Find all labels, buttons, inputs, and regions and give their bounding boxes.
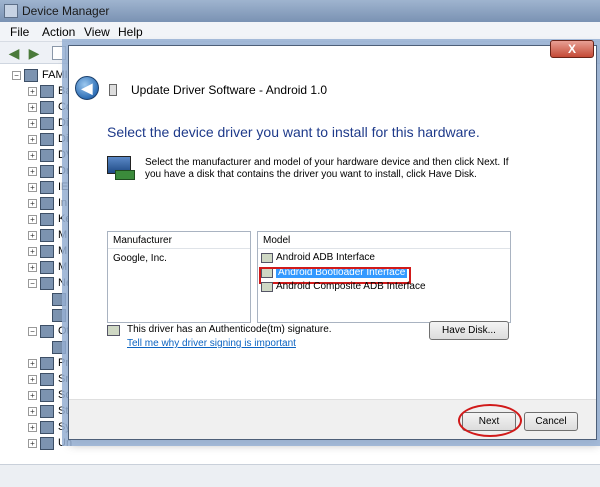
toolbar-properties-icon[interactable] [52,46,66,60]
driver-icon [261,268,273,278]
close-button[interactable]: X [550,40,594,58]
driver-icon [261,282,273,292]
next-button[interactable]: Next [462,412,516,431]
tree-item-label: St [58,405,69,417]
expand-icon[interactable]: + [28,391,37,400]
expand-icon[interactable]: + [28,263,37,272]
model-item[interactable]: Android Composite ADB Interface [258,280,510,294]
status-bar [0,464,600,487]
tree-item-label: IE [58,181,69,193]
driver-signing-link[interactable]: Tell me why driver signing is important [127,338,296,349]
forward-arrow-icon[interactable]: ▶ [26,45,42,61]
expand-icon[interactable]: + [28,423,37,432]
expand-icon[interactable]: + [28,407,37,416]
model-header: Model [258,232,510,249]
expand-icon[interactable]: + [28,439,37,448]
mouse-icon [40,229,54,242]
expand-icon[interactable]: + [28,247,37,256]
hardware-icon [107,156,135,182]
tree-item-label: In [58,197,68,209]
monitor-icon [40,261,54,274]
expand-icon[interactable]: + [28,167,37,176]
update-driver-dialog: X ◀ Update Driver Software - Android 1.0… [68,40,597,440]
tree-item-label: M [58,229,68,241]
manufacturer-item[interactable]: Google, Inc. [108,252,250,266]
card-shape [115,170,135,180]
menu-view[interactable]: View [84,25,110,39]
collapse-icon[interactable]: − [12,71,21,80]
tree-item-label: M [58,245,68,257]
ide-controller-icon [40,181,54,194]
description-text: Select the manufacturer and model of you… [145,157,509,180]
collapse-icon[interactable]: − [28,279,37,288]
dialog-header: ◀ Update Driver Software - Android 1.0 [69,64,596,102]
expand-icon[interactable]: + [28,183,37,192]
storage-controller-icon [40,405,54,418]
expand-icon[interactable]: + [28,135,37,144]
cancel-button[interactable]: Cancel [524,412,578,431]
usb-controller-icon [40,437,54,450]
device-icon [40,165,54,178]
expand-icon[interactable]: + [28,199,37,208]
manufacturer-list[interactable]: Manufacturer Google, Inc. [107,231,251,323]
tree-root-label: FAMI [42,69,68,81]
instruction-heading: Select the device driver you want to ins… [107,124,480,140]
model-item-label: Android Composite ADB Interface [276,281,426,292]
expand-icon[interactable]: + [28,119,37,128]
model-item[interactable]: Android ADB Interface [258,251,510,265]
dialog-footer: Next Cancel [69,399,596,439]
menu-help[interactable]: Help [118,25,143,39]
sound-icon [40,389,54,402]
back-arrow-icon: ◀ [81,80,93,96]
system-devices-icon [40,421,54,434]
window-title: Device Manager [22,4,110,18]
network-card-icon [52,293,66,306]
have-disk-button[interactable]: Have Disk... [429,321,509,340]
imaging-device-icon [40,197,54,210]
manufacturer-item-label: Google, Inc. [113,253,167,264]
expand-icon[interactable]: + [28,375,37,384]
signature-text: This driver has an Authenticode(tm) sign… [127,324,332,335]
other-devices-icon [40,325,54,338]
collapse-icon[interactable]: − [28,327,37,336]
certificate-icon [107,325,120,336]
processor-icon [40,357,54,370]
unknown-device-icon [52,341,66,354]
tree-item-label: Di [58,117,69,129]
computer-icon [24,69,38,82]
menu-file[interactable]: File [10,25,29,39]
dvd-drive-icon [40,149,54,162]
model-list[interactable]: Model Android ADB Interface Android Boot… [257,231,511,323]
keyboard-icon [40,213,54,226]
back-button[interactable]: ◀ [75,76,99,100]
menu-bar: File Action View Help [0,22,600,42]
expand-icon[interactable]: + [28,359,37,368]
expand-icon[interactable]: + [28,103,37,112]
network-adapter-icon [40,277,54,290]
expand-icon[interactable]: + [28,151,37,160]
expand-icon[interactable]: + [28,87,37,96]
tree-item-label: Di [58,133,69,145]
manufacturer-header: Manufacturer [108,232,250,249]
dialog-title: Update Driver Software - Android 1.0 [131,83,328,97]
model-item-label: Android ADB Interface [276,252,375,263]
device-manager-icon [4,4,18,18]
disk-drive-icon [40,117,54,130]
menu-action[interactable]: Action [42,25,75,39]
battery-icon [40,85,54,98]
back-arrow-icon[interactable]: ◀ [6,45,22,61]
model-item-selected[interactable]: Android Bootloader Interface [258,266,510,284]
network-card-icon [52,309,66,322]
computer-icon [40,101,54,114]
modem-icon [40,245,54,258]
display-adapter-icon [40,133,54,146]
model-item-label: Android Bootloader Interface [276,267,408,278]
device-manager-titlebar: Device Manager [0,0,600,22]
device-icon [109,84,117,96]
driver-icon [261,253,273,263]
sd-host-icon [40,373,54,386]
tree-item-label: M [58,261,68,273]
expand-icon[interactable]: + [28,215,37,224]
expand-icon[interactable]: + [28,231,37,240]
